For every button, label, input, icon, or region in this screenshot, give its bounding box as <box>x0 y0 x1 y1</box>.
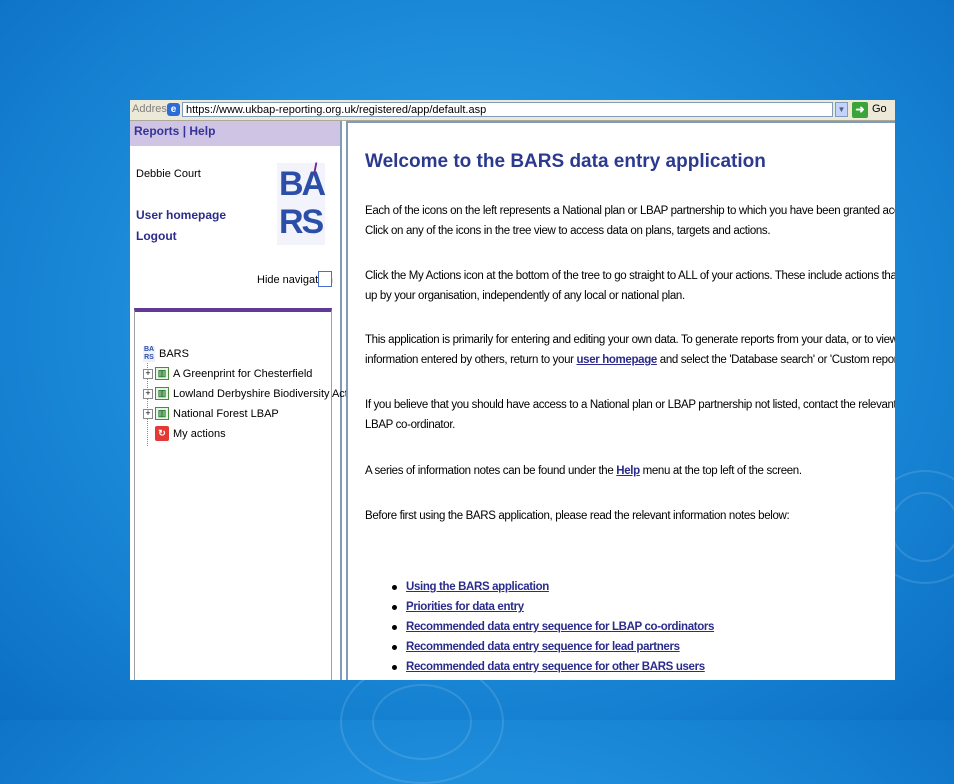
my-actions-line-1: Click the My Actions icon at the bottom … <box>365 270 895 282</box>
expand-icon[interactable]: + <box>143 389 153 399</box>
access-line-1: If you believe that you should have acce… <box>365 399 895 411</box>
reports-line-2a: information entered by others, return to… <box>365 354 577 366</box>
note-link-using-bars[interactable]: Using the BARS application <box>406 581 549 593</box>
note-link-lead-partners[interactable]: Recommended data entry sequence for lead… <box>406 641 680 653</box>
tree-item-label: National Forest LBAP <box>173 408 279 420</box>
note-link-lbap-coordinators[interactable]: Recommended data entry sequence for LBAP… <box>406 621 714 633</box>
list-item: Priorities for data entry <box>392 597 714 617</box>
logo-text-bottom: RS <box>279 203 324 241</box>
user-homepage-link[interactable]: User homepage <box>136 208 226 222</box>
expand-icon[interactable]: + <box>143 409 153 419</box>
help-paragraph: A series of information notes can be fou… <box>365 461 893 481</box>
reports-paragraph: This application is primarily for enteri… <box>365 330 895 370</box>
my-actions-line-2: up by your organisation, independently o… <box>365 290 685 302</box>
hide-navigation-checkbox[interactable] <box>318 271 332 287</box>
background-ripple <box>890 492 954 562</box>
intro-line-2: Click on any of the icons in the tree vi… <box>365 225 771 237</box>
menu-help[interactable]: Help <box>189 124 215 138</box>
main-content: Welcome to the BARS data entry applicati… <box>346 121 895 680</box>
notes-intro: Before first using the BARS application,… <box>365 510 790 522</box>
browser-screenshot: Address e https://www.ukbap-reporting.or… <box>130 100 895 680</box>
plan-icon: ▥ <box>155 367 169 380</box>
address-bar: Address e https://www.ukbap-reporting.or… <box>130 100 895 121</box>
navigation-pane: Reports | Help Debbie Court User homepag… <box>130 121 372 680</box>
tree-item-label: My actions <box>173 428 226 440</box>
my-actions-icon: ↻ <box>155 426 169 441</box>
tree-root-label: BARS <box>159 348 189 360</box>
my-actions-paragraph: Click the My Actions icon at the bottom … <box>365 266 895 306</box>
list-item: Recommended data entry sequence for LBAP… <box>392 617 714 637</box>
logo-mark: / <box>313 161 318 178</box>
tree-view: BA RS BARS + ▥ A Greenprint for Chesterfi… <box>134 308 372 680</box>
help-line-a: A series of information notes can be fou… <box>365 465 617 477</box>
information-notes-list: Using the BARS application Priorities fo… <box>392 577 714 677</box>
page-icon: e <box>167 103 180 116</box>
top-menu: Reports | Help <box>130 121 340 146</box>
menu-separator: | <box>182 124 187 138</box>
access-line-2: LBAP co-ordinator. <box>365 419 456 431</box>
help-inline-link[interactable]: Help <box>616 465 640 477</box>
reports-line-1: This application is primarily for enteri… <box>365 334 895 346</box>
help-line-b: menu at the top left of the screen. <box>639 465 802 477</box>
list-item: Recommended data entry sequence for lead… <box>392 637 714 657</box>
url-field[interactable]: https://www.ukbap-reporting.org.uk/regis… <box>182 102 833 117</box>
access-paragraph: If you believe that you should have acce… <box>365 395 895 435</box>
user-homepage-inline-link[interactable]: user homepage <box>576 354 657 366</box>
tree-item-label: Lowland Derbyshire Biodiversity Action..… <box>173 388 372 400</box>
plan-icon: ▥ <box>155 387 169 400</box>
go-button[interactable]: Go <box>872 103 887 115</box>
content-frame: Welcome to the BARS data entry applicati… <box>346 121 895 680</box>
logout-link[interactable]: Logout <box>136 229 177 243</box>
list-item: Recommended data entry sequence for othe… <box>392 657 714 677</box>
bars-logo: BA / RS <box>277 161 326 245</box>
page-title: Welcome to the BARS data entry applicati… <box>365 151 766 172</box>
expand-icon[interactable]: + <box>143 369 153 379</box>
note-link-priorities[interactable]: Priorities for data entry <box>406 601 524 613</box>
note-link-other-users[interactable]: Recommended data entry sequence for othe… <box>406 661 705 673</box>
tree-item-label: A Greenprint for Chesterfield <box>173 368 313 380</box>
list-item: Using the BARS application <box>392 577 714 597</box>
plan-icon: ▥ <box>155 407 169 420</box>
bars-root-icon: BA RS <box>143 346 155 362</box>
reports-line-2b: and select the 'Database search' or 'Cus… <box>659 354 895 366</box>
background-ripple <box>372 684 472 760</box>
user-name: Debbie Court <box>136 168 201 180</box>
intro-paragraph: Each of the icons on the left represents… <box>365 201 895 241</box>
go-arrow-icon[interactable]: ➜ <box>852 102 868 118</box>
intro-line-1: Each of the icons on the left represents… <box>365 205 895 217</box>
chevron-down-icon[interactable]: ▼ <box>835 102 848 117</box>
menu-reports[interactable]: Reports <box>134 124 179 138</box>
